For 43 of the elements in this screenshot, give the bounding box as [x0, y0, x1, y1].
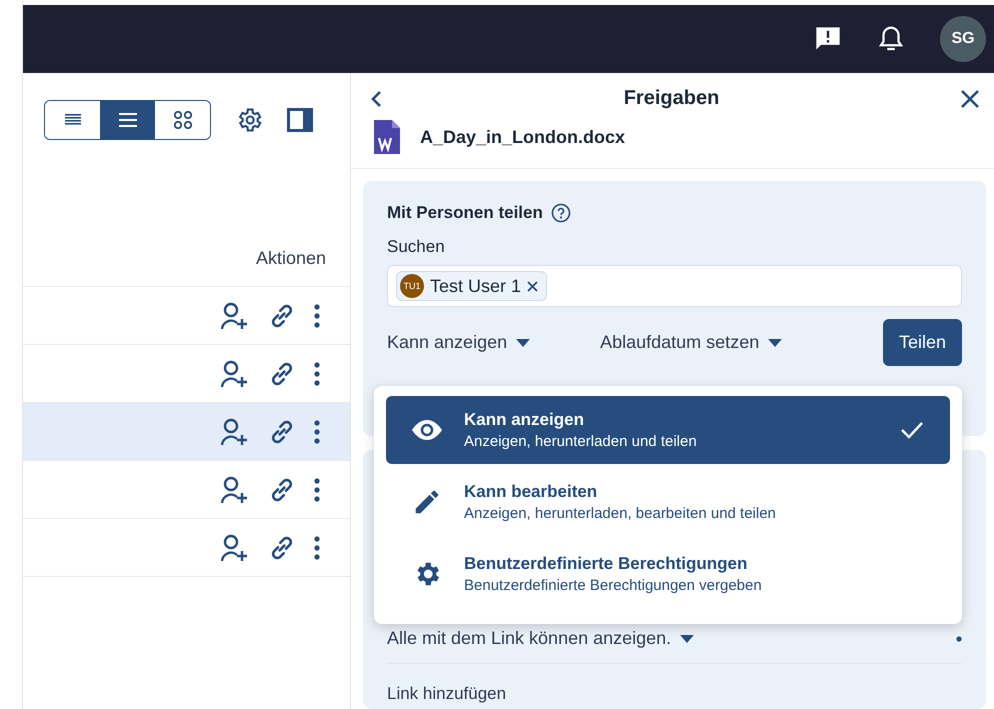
more-icon[interactable]: [314, 536, 320, 560]
share-button[interactable]: Teilen: [882, 319, 962, 366]
link-permission-dropdown[interactable]: Alle mit dem Link können anzeigen.: [387, 628, 694, 649]
add-person-icon[interactable]: [220, 534, 250, 562]
more-icon[interactable]: [314, 362, 320, 386]
list-icon: [118, 113, 136, 127]
search-field[interactable]: TU1 Test User 1: [387, 265, 962, 307]
eye-icon: [412, 420, 442, 440]
more-icon[interactable]: [314, 304, 320, 328]
view-mode-button[interactable]: [100, 101, 155, 139]
compact-list-icon: [64, 114, 80, 126]
user-avatar[interactable]: SG: [940, 16, 986, 62]
add-person-icon[interactable]: [220, 360, 250, 388]
add-person-icon[interactable]: [220, 302, 250, 330]
caret-icon: [516, 338, 530, 346]
more-icon[interactable]: [956, 634, 962, 642]
close-icon[interactable]: [960, 88, 980, 108]
role-option[interactable]: Kann bearbeiten Anzeigen, herunterladen, bearbeiten und teilen: [386, 468, 950, 536]
role-option[interactable]: Benutzerdefinierte Berechtigungen Benutzerdefinierte Berechtigungen vergeben: [386, 540, 950, 608]
more-icon[interactable]: [314, 420, 320, 444]
document-icon: [374, 120, 400, 154]
search-label: Suchen: [387, 237, 446, 257]
user-initials-avatar: TU1: [400, 274, 424, 298]
role-option[interactable]: Kann anzeigen Anzeigen, herunterladen und teilen: [386, 396, 950, 464]
panel-title: Freigaben: [624, 87, 720, 110]
user-name: Test User 1: [430, 276, 522, 296]
remove-icon[interactable]: [527, 280, 538, 292]
check-icon: [900, 421, 924, 439]
more-icon[interactable]: [314, 478, 320, 502]
column-header: Aktionen: [23, 140, 350, 287]
grid-icon: [174, 111, 192, 129]
section-heading: Mit Personen teilen: [387, 203, 543, 223]
file-name: A_Day_in_London.docx: [420, 126, 626, 148]
caret-icon: [680, 634, 694, 642]
sidebar-toggle-icon[interactable]: [287, 108, 313, 132]
back-icon[interactable]: [369, 90, 383, 108]
expiry-dropdown[interactable]: Ablaufdatum setzen: [600, 332, 782, 353]
role-dropdown[interactable]: Kann anzeigen: [387, 332, 530, 353]
add-person-icon[interactable]: [220, 476, 250, 504]
caret-icon: [768, 338, 782, 346]
help-icon[interactable]: [550, 203, 571, 223]
add-person-icon[interactable]: [220, 418, 250, 446]
add-link-label[interactable]: Link hinzufügen: [387, 664, 962, 704]
